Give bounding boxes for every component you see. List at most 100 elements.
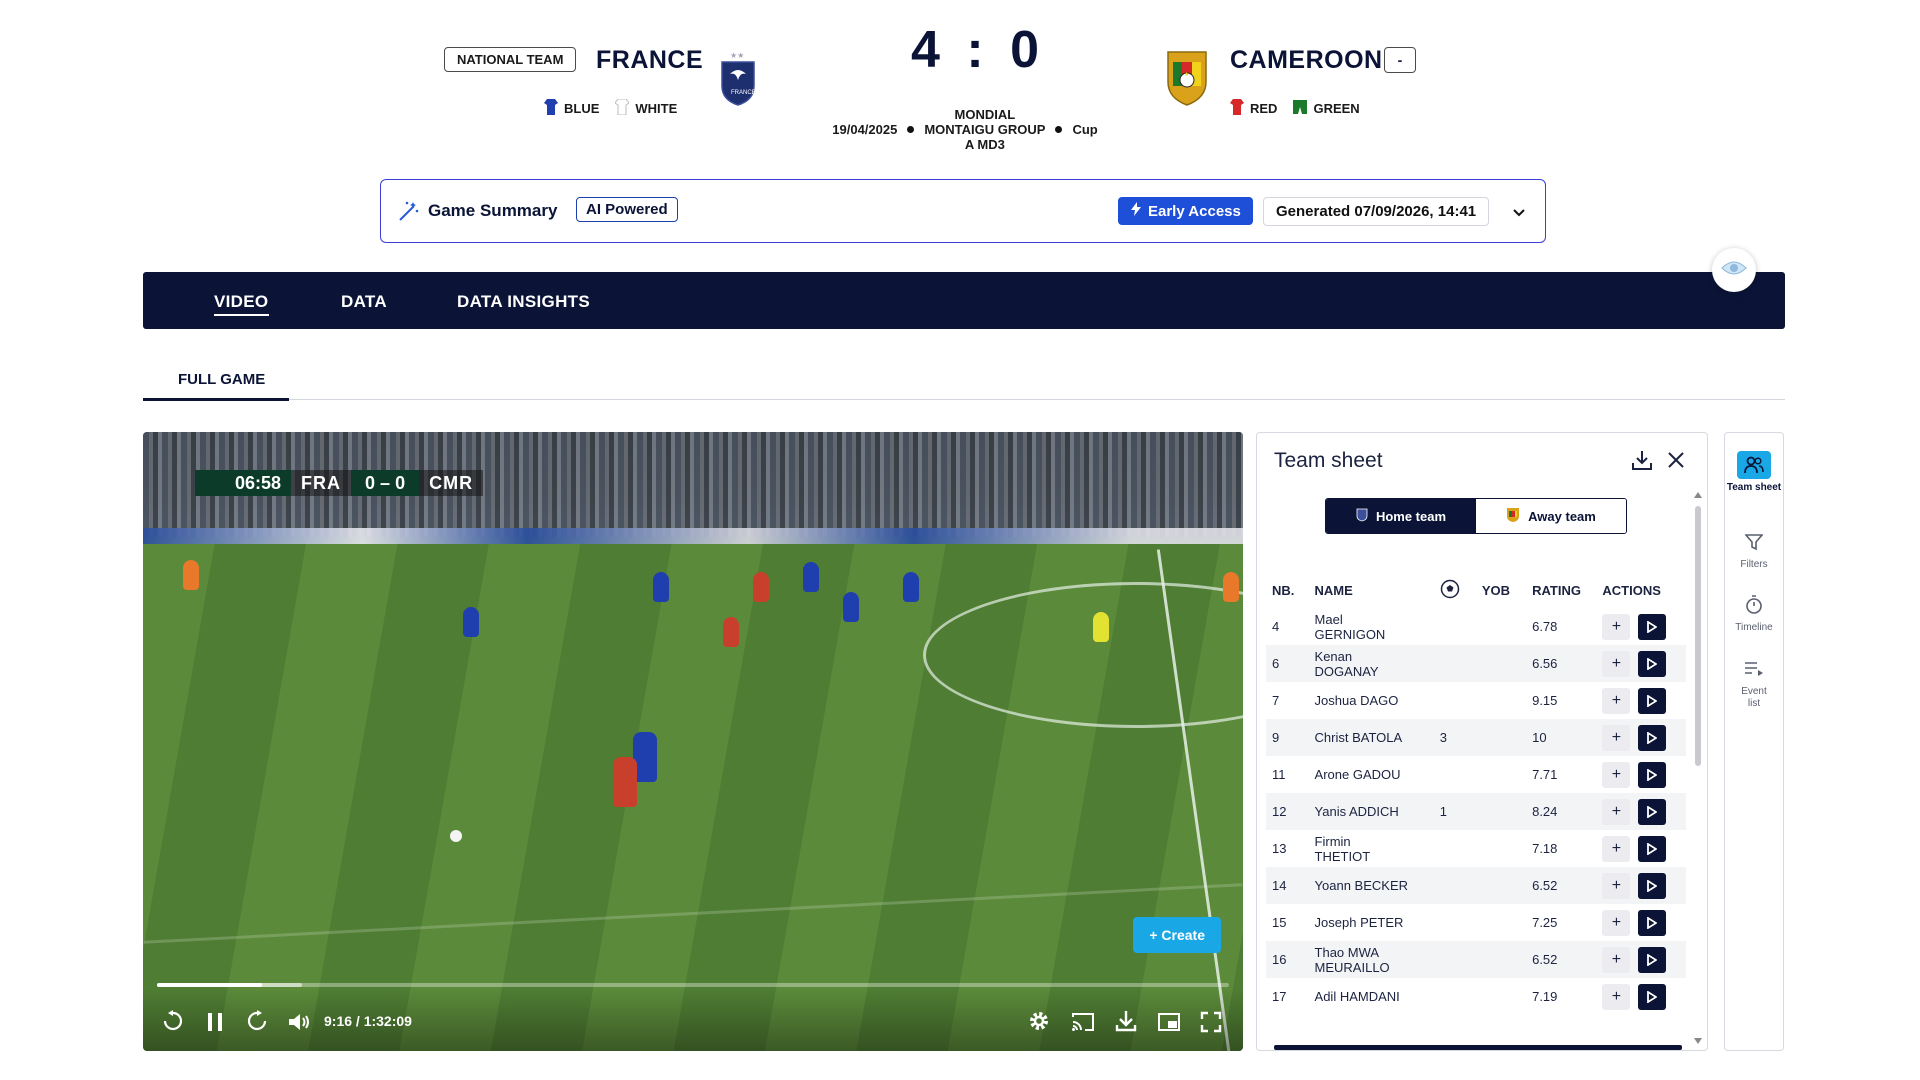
add-event-button[interactable]: + — [1602, 909, 1631, 936]
rail-event-list[interactable]: Event list — [1725, 655, 1783, 710]
table-row[interactable]: 11 Arone GADOU 7.71 + — [1266, 756, 1686, 793]
table-row[interactable]: 6 Kenan DOGANAY 6.56 + — [1266, 645, 1686, 682]
play-clips-button[interactable] — [1638, 872, 1667, 899]
game-summary-bar[interactable]: Game Summary AI Powered Early Access Gen… — [380, 179, 1546, 243]
table-row[interactable]: 16 Thao MWA MEURAILLO 6.52 + — [1266, 941, 1686, 978]
player-name-line: GERNIGON — [1314, 626, 1386, 642]
scorebug-score: 0 – 0 — [351, 470, 420, 496]
scroll-up-icon[interactable] — [1694, 492, 1702, 498]
player-name: Yoann BECKER — [1308, 867, 1434, 904]
player-yob — [1476, 904, 1526, 941]
away-team-name[interactable]: CAMEROON — [1230, 46, 1383, 75]
table-row[interactable]: 14 Yoann BECKER 6.52 + — [1266, 867, 1686, 904]
table-row[interactable]: 9 Christ BATOLA 3 10 + — [1266, 719, 1686, 756]
player-name-line: Mael — [1314, 611, 1343, 627]
play-clips-button[interactable] — [1638, 724, 1667, 751]
game-summary-title: Game Summary — [428, 201, 558, 220]
play-clips-button[interactable] — [1638, 687, 1667, 714]
picture-in-picture-icon[interactable] — [1157, 1011, 1181, 1033]
play-clips-button[interactable] — [1638, 909, 1667, 936]
tab-data-insights[interactable]: DATA INSIGHTS — [457, 292, 590, 312]
rail-team-sheet[interactable]: Team sheet — [1725, 451, 1783, 494]
scrollbar-thumb[interactable] — [1695, 506, 1701, 766]
add-event-button[interactable]: + — [1602, 872, 1631, 899]
add-event-button[interactable]: + — [1602, 761, 1631, 788]
add-event-button[interactable]: + — [1602, 798, 1631, 825]
rail-filters[interactable]: Filters — [1725, 528, 1783, 571]
video-progress-bar[interactable] — [157, 983, 1229, 987]
pause-icon[interactable] — [205, 1011, 225, 1033]
play-clips-button[interactable] — [1638, 798, 1667, 825]
player-goals — [1434, 682, 1476, 719]
vertical-scrollbar[interactable] — [1694, 492, 1702, 1044]
player-rating: 9.15 — [1532, 693, 1558, 708]
play-icon — [1647, 916, 1658, 929]
shirt-red-icon — [1230, 99, 1244, 118]
play-icon — [1647, 657, 1658, 670]
player-name-line: THETIOT — [1314, 848, 1371, 864]
play-clips-button[interactable] — [1638, 983, 1667, 1010]
scroll-down-icon[interactable] — [1694, 1038, 1702, 1044]
add-event-button[interactable]: + — [1602, 724, 1631, 751]
cameroon-crest-icon — [1506, 507, 1520, 526]
fullscreen-icon[interactable] — [1200, 1011, 1222, 1033]
add-event-button[interactable]: + — [1602, 687, 1631, 714]
player-number: 17 — [1272, 989, 1287, 1004]
cast-icon[interactable] — [1071, 1011, 1095, 1033]
player-actions: + — [1596, 830, 1686, 867]
table-row[interactable]: 4 Mael GERNIGON 6.78 + — [1266, 608, 1686, 645]
player-yob — [1475, 941, 1527, 978]
team-sheet-panel: Team sheet Home team Away team NB. NAME — [1256, 432, 1708, 1051]
player-goals — [1434, 830, 1476, 867]
magic-wand-icon — [398, 200, 420, 227]
player-name-line: Kenan — [1314, 648, 1353, 664]
add-event-button[interactable]: + — [1602, 946, 1631, 973]
play-clips-button[interactable] — [1638, 946, 1667, 973]
pitch-line — [143, 883, 1243, 944]
player — [653, 572, 669, 602]
play-icon — [1647, 990, 1658, 1003]
table-row[interactable]: 17 Adil HAMDANI 7.19 + — [1266, 978, 1686, 1015]
played-bar — [157, 983, 263, 987]
add-event-button[interactable]: + — [1602, 835, 1631, 862]
eye-toggle-button[interactable] — [1712, 248, 1756, 292]
play-clips-button[interactable] — [1638, 761, 1667, 788]
home-team-name[interactable]: FRANCE — [596, 46, 703, 75]
create-clip-button[interactable]: + Create — [1133, 917, 1221, 953]
tab-full-game[interactable]: FULL GAME — [178, 371, 265, 388]
volume-icon[interactable] — [287, 1011, 313, 1033]
download-icon[interactable] — [1114, 1009, 1138, 1033]
rail-timeline[interactable]: Timeline — [1725, 591, 1783, 634]
play-clips-button[interactable] — [1638, 835, 1667, 862]
rewind-icon[interactable] — [161, 1009, 185, 1033]
table-row[interactable]: 7 Joshua DAGO 9.15 + — [1266, 682, 1686, 719]
add-event-button[interactable]: + — [1602, 613, 1631, 640]
add-event-button[interactable]: + — [1602, 983, 1631, 1010]
cameroon-crest-logo: ★ — [1164, 48, 1210, 111]
play-clips-button[interactable] — [1638, 650, 1667, 677]
close-icon[interactable] — [1667, 451, 1685, 474]
player — [803, 562, 819, 592]
tab-video[interactable]: VIDEO — [214, 292, 268, 312]
chevron-down-icon[interactable] — [1513, 204, 1525, 222]
settings-gear-icon[interactable] — [1027, 1009, 1051, 1033]
player-rating: 7.18 — [1532, 841, 1558, 856]
play-clips-button[interactable] — [1638, 613, 1667, 640]
away-team-toggle[interactable]: Away team — [1476, 499, 1626, 533]
table-row[interactable]: 13 Firmin THETIOT 7.18 + — [1266, 830, 1686, 867]
away-team-menu-button[interactable]: - — [1384, 47, 1416, 73]
horizontal-scrollbar[interactable] — [1274, 1045, 1682, 1050]
forward-icon[interactable] — [245, 1009, 269, 1033]
home-team-toggle[interactable]: Home team — [1326, 499, 1476, 533]
table-row[interactable]: 12 Yanis ADDICH 1 8.24 + — [1266, 793, 1686, 830]
add-event-button[interactable]: + — [1602, 650, 1631, 677]
active-subtab-underline — [143, 398, 289, 401]
player-goals — [1433, 645, 1476, 682]
eye-icon — [1721, 260, 1747, 281]
video-player[interactable]: 06:58 FRA 0 – 0 CMR + Create 9:16 / 1:32… — [143, 432, 1243, 1051]
download-icon[interactable] — [1631, 449, 1653, 476]
table-row[interactable]: 15 Joseph PETER 7.25 + — [1266, 904, 1686, 941]
player-yob — [1476, 756, 1526, 793]
tab-data[interactable]: DATA — [341, 292, 387, 312]
player-name-line: Firmin — [1314, 833, 1351, 849]
